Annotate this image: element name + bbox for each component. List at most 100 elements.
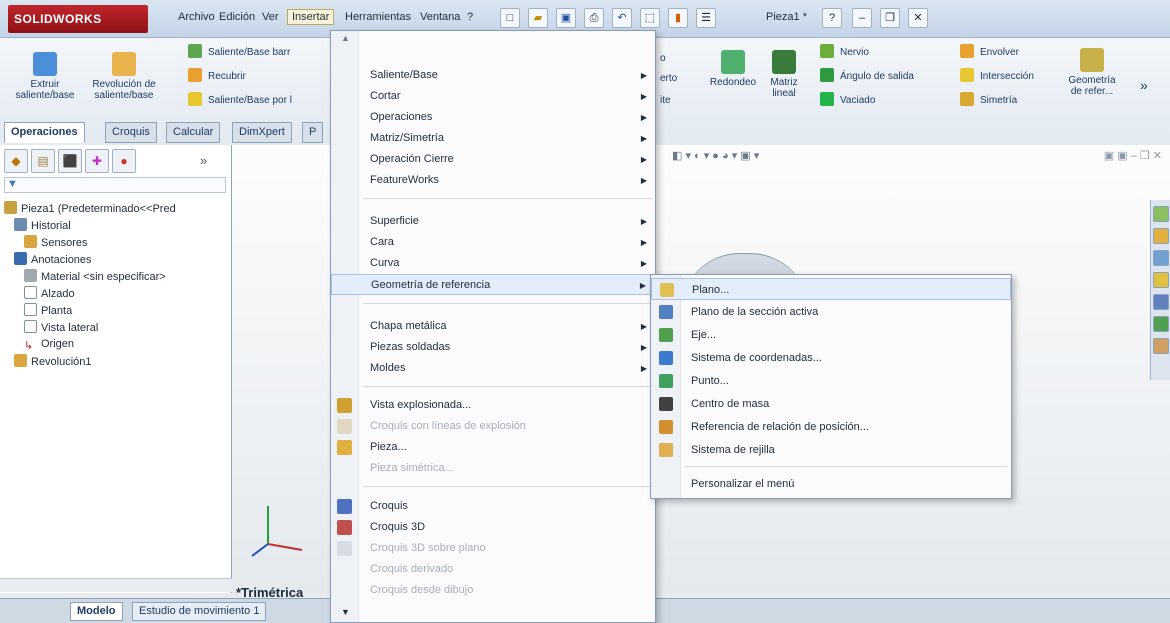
menu-item-molds[interactable]: Moldes ▶ <box>331 358 655 379</box>
menu-ver[interactable]: Ver <box>262 11 279 23</box>
tab-operaciones[interactable]: Operaciones <box>4 122 85 143</box>
menu-item-fastening-feature[interactable]: Operación Cierre ▶ <box>331 149 655 170</box>
heads-up-view-toolbar[interactable]: ◧ ▾ ◐ ▾ ● ◕ ▾ ▣ ▾ <box>672 149 832 167</box>
scroll-down-icon[interactable]: ▼ <box>341 607 350 617</box>
more-chevron-icon[interactable]: » <box>200 153 207 168</box>
menu-item-curve[interactable]: Curva ▶ <box>331 253 655 274</box>
menu-item-3d-sketch[interactable]: Croquis 3D <box>331 517 655 538</box>
submenu-item-coordinate-system[interactable]: Sistema de coordenadas... <box>651 347 1011 369</box>
save-icon[interactable]: ▣ <box>556 8 576 28</box>
property-manager-icon[interactable]: ▤ <box>31 149 55 173</box>
boundary-boss-button[interactable]: Saliente/Base por l <box>188 92 292 108</box>
submenu-item-section-plane[interactable]: Plano de la sección activa <box>651 301 1011 323</box>
close-icon[interactable]: ✕ <box>908 8 928 28</box>
custom-properties-icon[interactable] <box>1153 316 1169 332</box>
resources-icon[interactable] <box>1153 206 1169 222</box>
reference-geometry-button[interactable]: Geometría de refer... <box>1062 48 1122 97</box>
swept-boss-button[interactable]: Saliente/Base barr <box>188 44 290 60</box>
mirror-button[interactable]: Simetría <box>960 92 1017 108</box>
tree-item-history[interactable]: Historial <box>14 218 71 233</box>
select-icon[interactable]: ⬚ <box>640 8 660 28</box>
horizontal-scrollbar[interactable] <box>0 578 232 592</box>
tab-calcular[interactable]: Calcular <box>166 122 221 143</box>
tree-item-origin[interactable]: ↳ Origen <box>24 337 74 353</box>
draft-button[interactable]: Ángulo de salida <box>820 68 914 84</box>
appearances-icon[interactable] <box>1153 294 1169 310</box>
extrude-boss-button[interactable]: Extruir saliente/base <box>10 52 80 101</box>
feature-tree-icon[interactable]: ◆ <box>4 149 28 173</box>
minimize-icon[interactable]: – <box>852 8 872 28</box>
open-folder-icon[interactable]: ▰ <box>528 8 548 28</box>
menu-archivo[interactable]: Archivo <box>178 11 215 23</box>
wrap-button[interactable]: Envolver <box>960 44 1019 60</box>
dimxpert-manager-icon[interactable]: ✚ <box>85 149 109 173</box>
menu-item-features[interactable]: Operaciones ▶ <box>331 107 655 128</box>
tree-item-right-plane[interactable]: Vista lateral <box>24 320 98 335</box>
menu-item-reference-geometry[interactable]: Geometría de referencia ▶ <box>331 274 655 295</box>
menu-item-face[interactable]: Cara ▶ <box>331 232 655 253</box>
menu-item-surface[interactable]: Superficie ▶ <box>331 211 655 232</box>
tree-item-front-plane[interactable]: Alzado <box>24 286 75 301</box>
mirror-icon <box>960 92 974 106</box>
shell-icon <box>820 92 834 106</box>
tab-motion-study[interactable]: Estudio de movimiento 1 <box>132 602 267 621</box>
loft-button[interactable]: Recubrir <box>188 68 246 84</box>
intersect-button[interactable]: Intersección <box>960 68 1034 84</box>
shell-button[interactable]: Vaciado <box>820 92 875 108</box>
feature-manager-toolbar: ◆ ▤ ⬛ ✚ ● » <box>4 149 226 175</box>
ribbon-more-chevron[interactable]: » <box>1140 78 1148 92</box>
help-search-icon[interactable]: ? <box>822 8 842 28</box>
intersect-icon <box>960 68 974 82</box>
rebuild-icon[interactable]: ▮ <box>668 8 688 28</box>
print-icon[interactable]: ⎙ <box>584 8 604 28</box>
solidworks-forum-icon[interactable] <box>1153 338 1169 354</box>
file-explorer-icon[interactable] <box>1153 250 1169 266</box>
menu-item-sketch[interactable]: Croquis <box>331 496 655 517</box>
submenu-item-grid-system[interactable]: Sistema de rejilla <box>651 439 1011 461</box>
menu-insertar[interactable]: Insertar <box>287 9 335 25</box>
menu-item-cut[interactable]: Cortar ▶ <box>331 86 655 107</box>
revolve-boss-button[interactable]: Revolución de saliente/base <box>88 52 160 101</box>
menu-ventana[interactable]: Ventana <box>420 11 460 23</box>
tree-item-material[interactable]: Material <sin especificar> <box>24 269 166 284</box>
tree-item-annotations[interactable]: Anotaciones <box>14 252 92 267</box>
new-document-icon[interactable]: □ <box>500 8 520 28</box>
submenu-item-point[interactable]: Punto... <box>651 370 1011 392</box>
submenu-item-axis[interactable]: Eje... <box>651 324 1011 346</box>
viewport-window-controls[interactable]: ▣ ▣ – ❐ ✕ <box>1042 149 1162 167</box>
tab-croquis[interactable]: Croquis <box>105 122 157 143</box>
submenu-item-plane[interactable]: Plano... <box>651 278 1011 300</box>
options-icon[interactable]: ☰ <box>696 8 716 28</box>
tab-p[interactable]: P <box>302 122 324 143</box>
display-manager-icon[interactable]: ● <box>112 149 136 173</box>
tab-dimxpert[interactable]: DimXpert <box>232 122 292 143</box>
tree-item-sensors[interactable]: Sensores <box>24 235 87 250</box>
design-library-icon[interactable] <box>1153 228 1169 244</box>
menu-item-boss-base[interactable]: Saliente/Base ▶ <box>331 65 655 86</box>
tree-item-revolve1[interactable]: Revolución1 <box>14 354 92 369</box>
linear-pattern-button[interactable]: Matriz lineal <box>764 50 804 99</box>
submenu-item-center-of-mass[interactable]: Centro de masa <box>651 393 1011 415</box>
submenu-item-customize-menu[interactable]: Personalizar el menú <box>651 473 1011 495</box>
menu-edicion[interactable]: Edición <box>219 11 255 23</box>
tree-item-top-plane[interactable]: Planta <box>24 303 72 318</box>
scroll-up-icon[interactable]: ▲ <box>341 33 350 43</box>
menu-item-featureworks[interactable]: FeatureWorks ▶ <box>331 170 655 191</box>
tree-root-part[interactable]: Pieza1 (Predeterminado<<Pred <box>4 201 176 216</box>
rib-button[interactable]: Nervio <box>820 44 869 60</box>
menu-item-part[interactable]: Pieza... <box>331 437 655 458</box>
tab-model[interactable]: Modelo <box>70 602 123 621</box>
menu-herramientas[interactable]: Herramientas <box>345 11 411 23</box>
menu-help[interactable]: ? <box>467 11 473 23</box>
submenu-item-mate-reference[interactable]: Referencia de relación de posición... <box>651 416 1011 438</box>
menu-item-sheet-metal[interactable]: Chapa metálica ▶ <box>331 316 655 337</box>
fillet-button[interactable]: Redondeo <box>704 50 762 88</box>
configuration-manager-icon[interactable]: ⬛ <box>58 149 82 173</box>
undo-icon[interactable]: ↶ <box>612 8 632 28</box>
menu-item-weldments[interactable]: Piezas soldadas ▶ <box>331 337 655 358</box>
view-palette-icon[interactable] <box>1153 272 1169 288</box>
filter-field[interactable]: ▼ <box>4 177 226 193</box>
menu-item-exploded-view[interactable]: Vista explosionada... <box>331 395 655 416</box>
restore-icon[interactable]: ❐ <box>880 8 900 28</box>
menu-item-pattern-mirror[interactable]: Matriz/Simetría ▶ <box>331 128 655 149</box>
